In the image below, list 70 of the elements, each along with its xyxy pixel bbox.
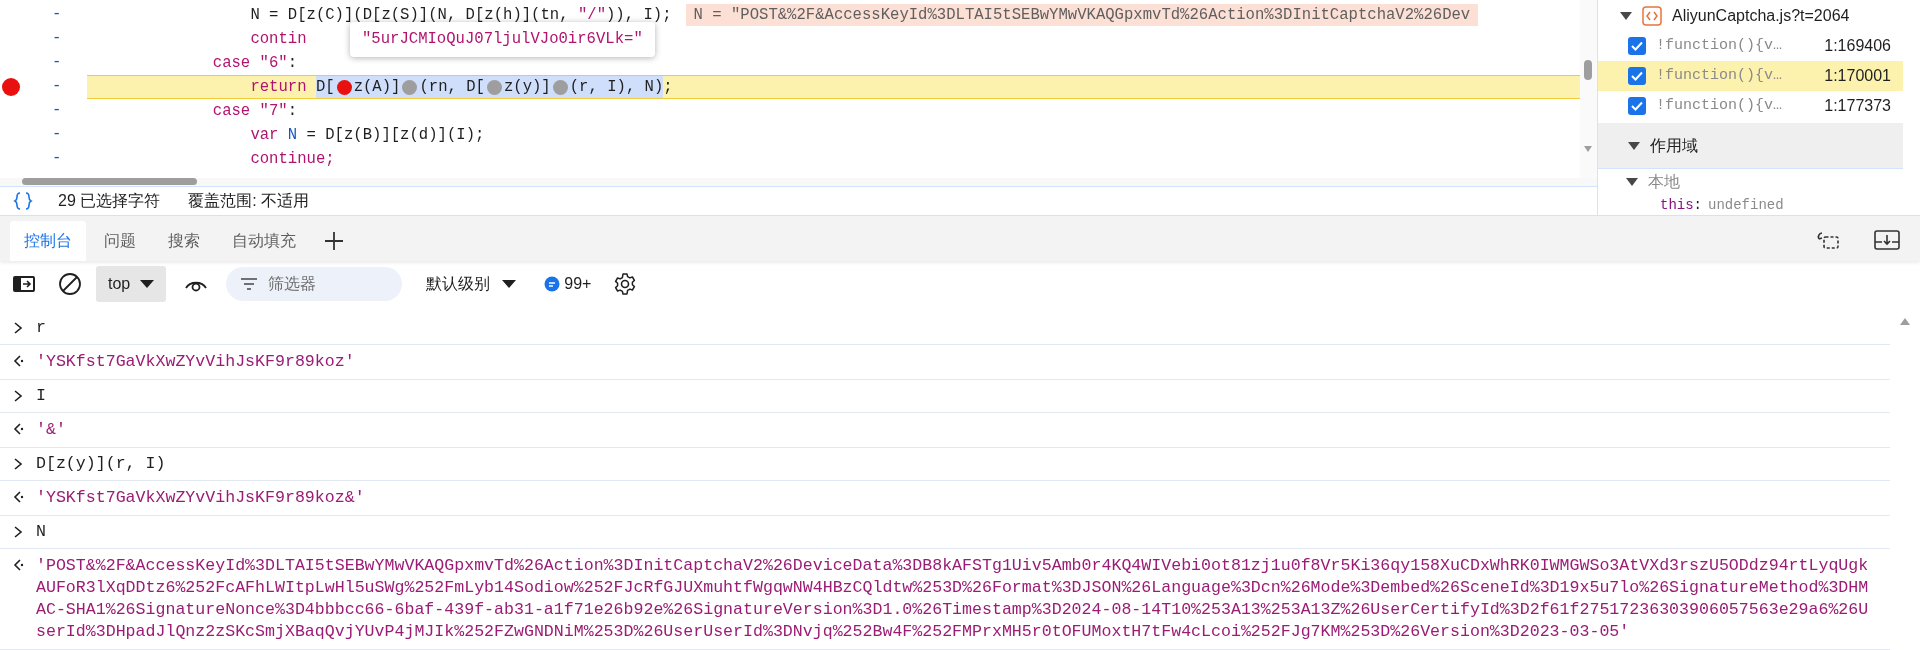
line-marker: - <box>52 124 62 146</box>
dock-bottom-icon[interactable] <box>1874 229 1900 251</box>
caret-icon <box>502 278 517 289</box>
console-input-text: I <box>36 386 46 406</box>
scope-label[interactable]: 本地 <box>1648 170 1680 194</box>
log-level-dropdown[interactable]: 默认级别 <box>422 271 521 296</box>
scope-header[interactable]: 作用域 <box>1598 123 1903 169</box>
inline-breakpoint-marker[interactable] <box>402 79 418 95</box>
console-output-text: '&' <box>36 419 67 441</box>
code-text: case "7": <box>212 101 298 122</box>
check-icon <box>1631 71 1643 81</box>
message-icon <box>544 275 561 292</box>
console-input-text: N <box>36 522 46 542</box>
dock-rotate-icon[interactable] <box>1816 229 1840 251</box>
breakpoint-checkbox[interactable] <box>1628 97 1646 115</box>
file-name[interactable]: AliyunCaptcha.js?t=2064 <box>1672 3 1850 28</box>
panel-tab[interactable]: 问题 <box>90 221 150 261</box>
selection-info: 29 已选择字符 <box>58 191 161 211</box>
console-input-text: D[z(y)](r, I) <box>36 454 166 474</box>
check-icon <box>1631 41 1643 51</box>
caret-icon <box>140 278 155 289</box>
line-marker: - <box>52 52 62 74</box>
line-marker: - <box>52 148 62 170</box>
script-file-icon <box>1642 5 1662 26</box>
code-text: case "6": <box>212 53 298 74</box>
code-text: contin <box>250 29 307 50</box>
inline-breakpoint-marker[interactable] <box>552 79 568 95</box>
breakpoint-checkbox[interactable] <box>1628 67 1646 85</box>
breakpoint-row[interactable]: !function(){v… 1:177373 <box>1598 91 1903 121</box>
expanded-triangle-icon[interactable] <box>1628 140 1640 151</box>
inline-breakpoint-marker[interactable] <box>486 79 502 95</box>
horizontal-scrollbar[interactable] <box>22 178 197 185</box>
panel-tab[interactable]: 搜索 <box>154 221 214 261</box>
scope-variable[interactable]: this: undefined <box>1598 195 1920 215</box>
code-text: var N = D[z(B)][z(d)](I); <box>250 125 485 146</box>
console-output-text: 'YSKfst7GaVkXwZYvVihJsKF9r89koz&' <box>36 487 366 509</box>
check-icon <box>1631 101 1643 111</box>
line-marker: - <box>52 76 62 98</box>
code-text: continue; <box>250 149 335 170</box>
scroll-up-arrow[interactable] <box>1900 318 1910 325</box>
inline-value: N = "POST&%2F&AccessKeyId%3DLTAI5tSEBwYMwVKAQGpxmvTd%26Action%3DInitCaptchaV2%26Dev <box>685 4 1479 26</box>
selected-code: D[ z(A)] (rn, D[ z(y)] (r, I), N) <box>315 76 664 98</box>
sidebar-toggle-icon[interactable] <box>12 273 36 294</box>
message-count-button[interactable]: 99+ <box>544 271 592 296</box>
pretty-print-icon[interactable] <box>12 190 34 212</box>
breakpoint-row[interactable]: !function(){v… 1:170001 <box>1598 61 1903 91</box>
expanded-triangle-icon[interactable] <box>1620 10 1632 21</box>
console-input-text: r <box>36 318 46 338</box>
coverage-info: 覆盖范围: 不适用 <box>188 191 310 211</box>
line-marker: - <box>52 100 62 122</box>
panel-tab[interactable]: 自动填充 <box>218 221 310 261</box>
vertical-scrollbar[interactable] <box>1580 0 1597 178</box>
active-breakpoint-marker[interactable] <box>336 79 352 95</box>
filter-icon <box>240 276 259 291</box>
settings-icon[interactable] <box>613 271 638 296</box>
clear-console-icon[interactable] <box>58 271 82 296</box>
console-output-text: 'YSKfst7GaVkXwZYvVihJsKF9r89koz' <box>36 351 356 373</box>
code-text: ; <box>663 77 673 98</box>
code-text: return <box>250 77 308 98</box>
value-tooltip: "5urJCMIoQuJ07ljulVJo0ir6VLk=" <box>350 22 655 58</box>
breakpoint-row[interactable]: !function(){v… 1:169406 <box>1598 31 1903 61</box>
line-marker: - <box>52 4 62 26</box>
line-marker: - <box>52 28 62 50</box>
breakpoint-checkbox[interactable] <box>1628 37 1646 55</box>
expanded-triangle-icon[interactable] <box>1626 177 1638 187</box>
plus-icon <box>324 231 344 251</box>
panel-tab[interactable]: 控制台 <box>10 221 86 261</box>
console-output-text: 'POST&%2F&AccessKeyId%3DLTAI5tSEBwYMwVKAQGpxmvTd%26Action%3DInitCaptchaV2%26DeviceData%3DB8kAFSTg1Uiv5Amb0r4KQ4WIVebi0ot81zj1u0f8Vr5Ki36qy158XuCDxWhRK0IWMGWSo3AtVXd3rszU5ODdz94rtLyqUgkAUFoR3lXqDDtz6%252FcAFhLWItpLwHl5uSWg%252FmLyb14Sodiow%252FJcRfGJUXmuhtfWgqwNW4HBzCQldtw%253D%26Format%3DJSON%26Language%3Dcn%26Mode%3Dembed%26SceneId%3D19x5u7lo%26SignatureMethod%3DHMAC-SHA1%26SignatureNonce%3D4bbbcc66-6baf-439f-ab31-a1f71e26b92e%26SignatureVersion%3D1.0%26Timestamp%3D2024-08-14T10%253A13%253A13Z%26UserCertifyId%3D2f61f27517236303906057563e29a6%26UserId%3DHpadJlQnz2zSKcSmjXBaqQvjYUvP4jMJIk%252FZwGNDNiM%253D%26UserUserId%3DNvjq%252Bw4F%252FMPrxMH5r0tOFUMoxtH7tFw4cLcoi%252FJg7KM%253D%26Version%3D2023-03-05' <box>36 555 1869 643</box>
filter-field[interactable]: 筛选器 <box>226 266 403 301</box>
context-dropdown[interactable]: top <box>96 265 167 302</box>
